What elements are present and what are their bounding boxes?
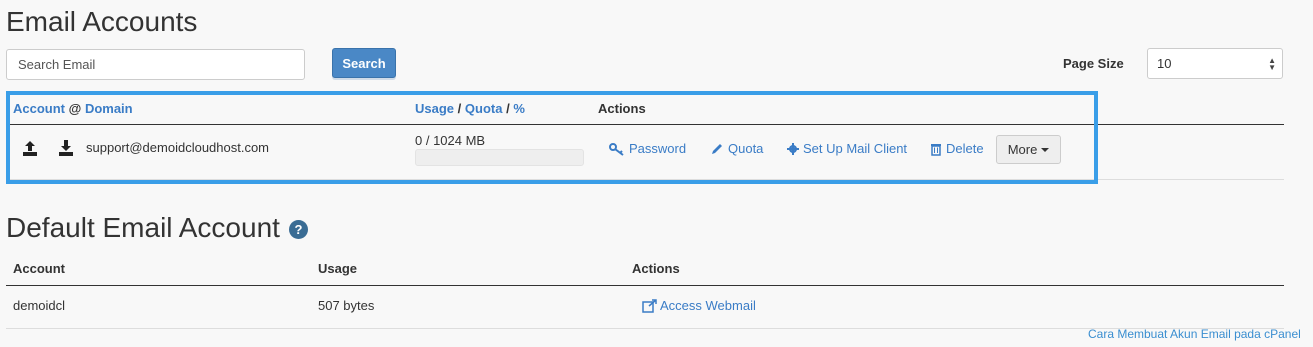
download-icon[interactable] (57, 139, 75, 157)
key-icon (609, 142, 624, 156)
sort-usage-link[interactable]: Usage (415, 101, 454, 116)
table-header-divider (10, 124, 1284, 125)
default-header-usage: Usage (318, 261, 358, 276)
select-arrows-icon: ▲ ▼ (1268, 56, 1276, 72)
external-link-icon (642, 298, 657, 313)
search-button[interactable]: Search (332, 48, 396, 78)
at-sign: @ (68, 101, 82, 116)
header-actions: Actions (598, 101, 646, 116)
access-webmail-link[interactable]: Access Webmail (642, 298, 756, 313)
more-label: More (1007, 142, 1038, 157)
setup-mail-client-link[interactable]: Set Up Mail Client (787, 141, 907, 156)
page-size-select[interactable]: 10 ▲ ▼ (1147, 48, 1283, 79)
delete-link[interactable]: Delete (930, 141, 984, 156)
usage-bar (415, 149, 584, 166)
page-title: Email Accounts (6, 6, 198, 37)
caret-down-icon (1041, 147, 1050, 152)
default-account-title: Default Email Account (6, 212, 280, 243)
sort-percent-link[interactable]: % (513, 101, 525, 116)
sort-account-link[interactable]: Account (13, 101, 65, 116)
page-size-value: 10 (1157, 56, 1172, 71)
default-header-divider (6, 285, 1284, 286)
table-row-divider (10, 179, 1284, 180)
highlight-box (6, 91, 1098, 184)
page-size-label: Page Size (1063, 56, 1124, 71)
header-account-domain: Account @ Domain (13, 101, 133, 116)
slash: / (506, 101, 510, 116)
footer-link[interactable]: Cara Membuat Akun Email pada cPanel (1088, 327, 1301, 341)
help-icon[interactable]: ? (289, 220, 308, 239)
setup-mail-client-label: Set Up Mail Client (803, 141, 908, 156)
slash: / (457, 101, 462, 116)
delete-label: Delete (946, 141, 984, 156)
default-header-actions: Actions (632, 261, 680, 276)
sort-quota-link[interactable]: Quota (465, 101, 503, 116)
quota-link[interactable]: Quota (710, 141, 763, 156)
gear-icon (787, 142, 799, 155)
default-header-account: Account (13, 261, 65, 276)
email-address: support@demoidcloudhost.com (86, 140, 270, 155)
password-label: Password (629, 141, 687, 156)
trash-icon (931, 143, 941, 156)
default-account-usage: 507 bytes (318, 298, 375, 313)
password-link[interactable]: Password (609, 141, 686, 156)
header-usage-quota: Usage / Quota / % (415, 101, 525, 116)
usage-text: 0 / 1024 MB (415, 133, 486, 148)
more-button[interactable]: More (996, 135, 1061, 164)
quota-label: Quota (728, 141, 764, 156)
pencil-icon (712, 143, 722, 154)
sort-domain-link[interactable]: Domain (85, 101, 133, 116)
upload-icon[interactable] (21, 139, 39, 157)
default-account-name: demoidcl (13, 298, 66, 313)
search-input[interactable] (6, 49, 305, 80)
access-webmail-label: Access Webmail (660, 298, 756, 313)
